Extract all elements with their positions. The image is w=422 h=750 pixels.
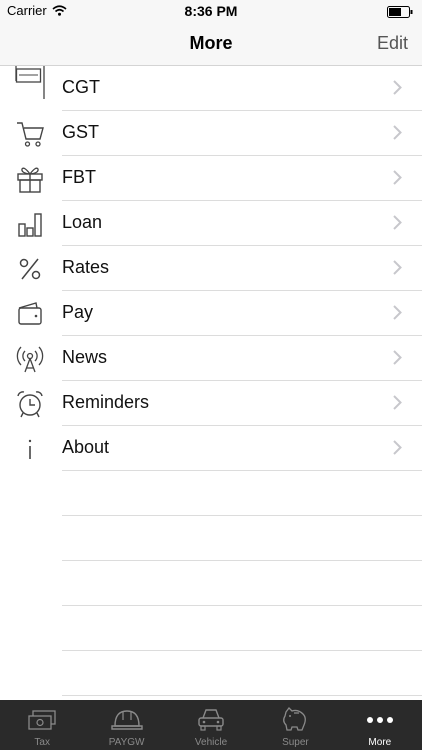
row-separator bbox=[62, 605, 422, 606]
row-separator bbox=[62, 695, 422, 696]
chevron-right-icon bbox=[393, 215, 402, 235]
chevron-right-icon bbox=[393, 305, 402, 325]
tab-label: Tax bbox=[34, 737, 50, 748]
piggy-bank-icon bbox=[253, 706, 337, 734]
banknote-icon bbox=[0, 706, 84, 734]
hard-hat-icon bbox=[84, 706, 168, 734]
menu-item-label: About bbox=[62, 437, 110, 457]
tab-label: Vehicle bbox=[194, 737, 228, 748]
row-separator bbox=[62, 650, 422, 651]
tab-label: Super bbox=[282, 737, 309, 748]
car-icon bbox=[169, 706, 253, 734]
page-title: More bbox=[189, 33, 233, 53]
chevron-right-icon bbox=[393, 125, 402, 145]
wallet-icon bbox=[14, 299, 46, 329]
chevron-right-icon bbox=[393, 350, 402, 370]
menu-item-label: GST bbox=[62, 122, 100, 142]
edit-button[interactable]: Edit bbox=[377, 33, 408, 54]
menu-item-news[interactable]: News bbox=[0, 336, 422, 381]
chevron-right-icon bbox=[393, 440, 402, 460]
menu-item-label: Pay bbox=[62, 302, 94, 322]
cart-icon bbox=[14, 119, 46, 149]
row-separator bbox=[62, 560, 422, 561]
chevron-right-icon bbox=[393, 260, 402, 280]
menu-item-fbt[interactable]: FBT bbox=[0, 156, 422, 201]
info-icon bbox=[14, 434, 46, 464]
bar-chart-icon bbox=[14, 209, 46, 239]
tab-vehicle[interactable]: Vehicle bbox=[169, 700, 253, 750]
tab-more[interactable]: More bbox=[338, 700, 422, 750]
tab-tax[interactable]: Tax bbox=[0, 700, 84, 750]
chevron-right-icon bbox=[393, 395, 402, 415]
row-separator bbox=[62, 515, 422, 516]
menu-item-label: News bbox=[62, 347, 108, 367]
status-bar: Carrier 8:36 PM bbox=[0, 0, 422, 22]
tab-super[interactable]: Super bbox=[253, 700, 337, 750]
menu-item-about[interactable]: About bbox=[0, 426, 422, 471]
more-dots-icon bbox=[338, 706, 422, 734]
battery-icon bbox=[387, 5, 413, 23]
gift-icon bbox=[14, 164, 46, 194]
menu-item-pay[interactable]: Pay bbox=[0, 291, 422, 336]
row-separator bbox=[62, 470, 422, 471]
antenna-icon bbox=[14, 344, 46, 374]
menu-item-label: Rates bbox=[62, 257, 110, 277]
alarm-clock-icon bbox=[14, 389, 46, 419]
tab-label: PAYGW bbox=[108, 737, 145, 748]
percent-icon bbox=[14, 254, 46, 284]
menu-item-label: Reminders bbox=[62, 392, 150, 412]
navigation-bar: More Edit bbox=[0, 22, 422, 66]
chevron-right-icon bbox=[393, 80, 402, 100]
more-menu-list[interactable]: CGT GST FBT Loan Rates Pay News Reminder… bbox=[0, 66, 422, 700]
menu-item-loan[interactable]: Loan bbox=[0, 201, 422, 246]
tab-bar: Tax PAYGW Vehicle Super More bbox=[0, 700, 422, 750]
chevron-right-icon bbox=[393, 170, 402, 190]
tab-label: More bbox=[368, 737, 392, 748]
menu-item-reminders[interactable]: Reminders bbox=[0, 381, 422, 426]
tab-paygw[interactable]: PAYGW bbox=[84, 700, 168, 750]
menu-item-cgt[interactable]: CGT bbox=[0, 66, 422, 111]
menu-item-label: CGT bbox=[62, 77, 100, 97]
status-time: 8:36 PM bbox=[184, 3, 238, 19]
menu-item-label: FBT bbox=[62, 167, 96, 187]
menu-item-label: Loan bbox=[62, 212, 103, 232]
menu-item-rates[interactable]: Rates bbox=[0, 246, 422, 291]
menu-item-gst[interactable]: GST bbox=[0, 111, 422, 156]
sign-icon bbox=[14, 66, 46, 99]
